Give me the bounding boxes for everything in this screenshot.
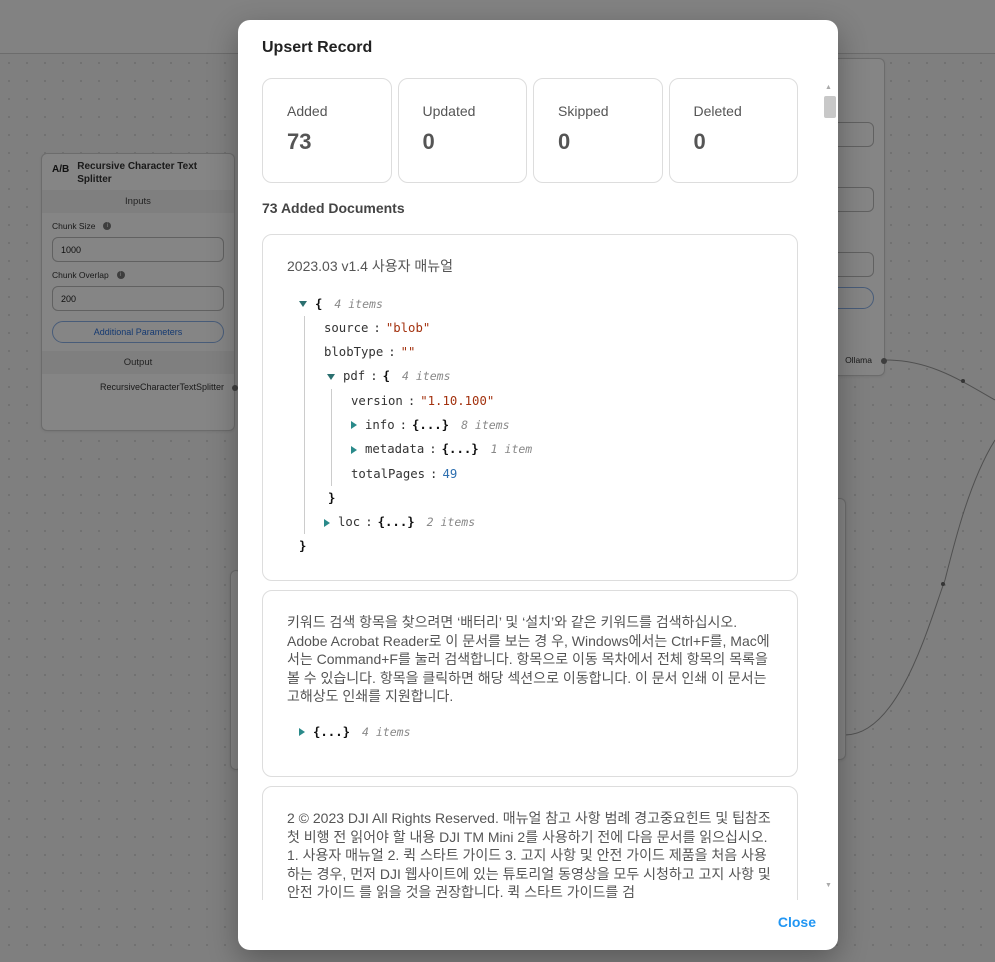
json-row-version: version: "1.10.100" xyxy=(351,393,495,408)
scrollbar-thumb[interactable] xyxy=(824,96,836,118)
document-text: 키워드 검색 항목을 찾으려면 ‘배터리’ 및 ‘설치’와 같은 키워드를 검색… xyxy=(287,614,770,704)
json-close-brace: } xyxy=(328,490,336,505)
dialog-title: Upsert Record xyxy=(262,39,373,56)
stat-card-skipped: Skipped 0 xyxy=(533,78,663,183)
stat-value: 0 xyxy=(422,129,435,154)
collapse-triangle-icon[interactable] xyxy=(327,373,335,380)
expand-triangle-icon[interactable] xyxy=(324,518,330,527)
scroll-up-arrow-icon[interactable]: ▲ xyxy=(825,84,832,91)
document-card: 키워드 검색 항목을 찾으려면 ‘배터리’ 및 ‘설치’와 같은 키워드를 검색… xyxy=(262,590,798,777)
dialog-scrollbar[interactable]: ▲ ▼ xyxy=(823,82,836,898)
stat-card-added: Added 73 xyxy=(262,78,392,183)
document-card: 2 © 2023 DJI All Rights Reserved. 매뉴얼 참고… xyxy=(262,786,798,900)
json-row-blobtype: blobType: "" xyxy=(324,345,416,360)
stat-card-deleted: Deleted 0 xyxy=(668,78,798,183)
stat-label: Updated xyxy=(422,103,476,119)
added-documents-heading: 73 Added Documents xyxy=(262,200,405,216)
metadata-json-viewer: {4 items source: "blob" blobType: "" pdf:{… xyxy=(287,292,773,559)
scroll-down-arrow-icon[interactable]: ▼ xyxy=(825,882,832,889)
expand-triangle-icon[interactable] xyxy=(299,728,305,736)
expand-triangle-icon[interactable] xyxy=(351,421,357,430)
close-button[interactable]: Close xyxy=(778,914,816,930)
json-row-totalpages: totalPages:49 xyxy=(351,466,458,481)
dialog-content[interactable]: Added 73 Updated 0 Skipped 0 Deleted 0 7… xyxy=(262,78,798,900)
stat-card-updated: Updated 0 xyxy=(397,78,527,183)
upsert-record-dialog: Upsert Record Added 73 Updated 0 Skipped… xyxy=(238,20,838,950)
expand-triangle-icon[interactable] xyxy=(351,445,357,454)
collapse-triangle-icon[interactable] xyxy=(299,301,307,307)
json-root-row[interactable]: {...} 4 items xyxy=(287,720,773,744)
stat-value: 73 xyxy=(287,129,312,154)
stat-value: 0 xyxy=(693,129,706,154)
json-row-source: source: "blob" xyxy=(324,320,431,335)
json-root-row[interactable]: {4 items xyxy=(287,292,773,316)
metadata-json-viewer: {...} 4 items xyxy=(287,720,773,744)
stat-label: Skipped xyxy=(558,103,609,119)
stat-value: 0 xyxy=(558,129,571,154)
json-row-loc[interactable]: loc: {...} 2 items xyxy=(324,510,773,534)
document-card: 2023.03 v1.4 사용자 매뉴얼 {4 items source: "bl… xyxy=(262,234,798,581)
json-row-metadata[interactable]: metadata: {...} 1 item xyxy=(351,437,773,461)
stat-label: Added xyxy=(287,103,328,119)
document-text: 2023.03 v1.4 사용자 매뉴얼 xyxy=(287,258,454,274)
json-close-brace: } xyxy=(299,539,307,554)
stat-label: Deleted xyxy=(693,103,742,119)
stats-row: Added 73 Updated 0 Skipped 0 Deleted 0 xyxy=(262,78,798,183)
json-row-info[interactable]: info: {...} 8 items xyxy=(351,413,773,437)
json-row-pdf[interactable]: pdf:{4 items xyxy=(327,364,773,388)
document-text: 2 © 2023 DJI All Rights Reserved. 매뉴얼 참고… xyxy=(287,810,771,900)
